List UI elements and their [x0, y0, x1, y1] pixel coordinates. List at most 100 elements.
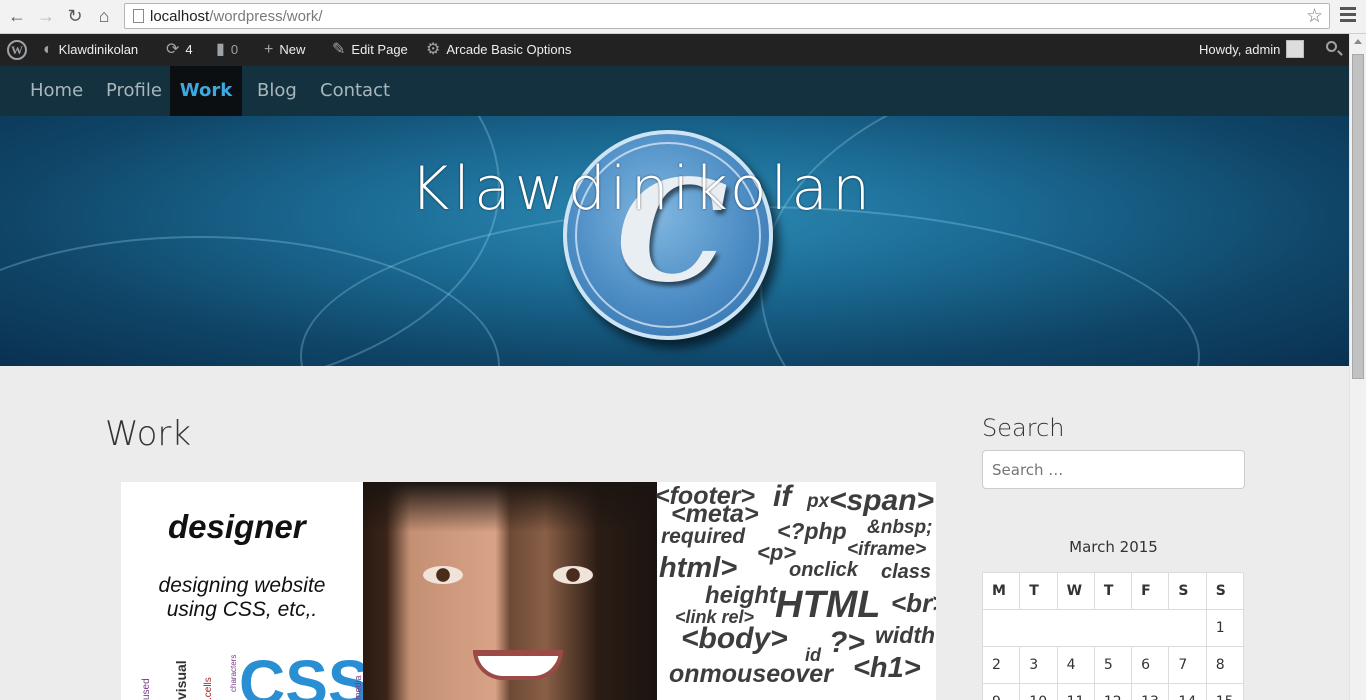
- calendar-day: 2: [981, 646, 1021, 684]
- word-cloud-term: HTML: [775, 584, 881, 626]
- weekday-header: M: [981, 572, 1021, 610]
- site-navigation: Home Profile Work Blog Contact: [0, 66, 1349, 116]
- site-title[interactable]: Klawdinikolan: [410, 154, 940, 224]
- calendar: M T W T F S S 1 2 3 4 5 6 7 8: [981, 572, 1245, 700]
- edit-page-link[interactable]: ✎ Edit Page: [332, 34, 408, 66]
- word-cloud-term: width: [875, 622, 936, 648]
- calendar-week-row: 2 3 4 5 6 7 8: [981, 646, 1245, 684]
- word-cloud-term: html>: [659, 552, 738, 584]
- forward-arrow-icon[interactable]: →: [35, 5, 57, 27]
- calendar-weekday-row: M T W T F S S: [981, 572, 1245, 610]
- calendar-day: 11: [1056, 683, 1095, 700]
- url-text: localhost/wordpress/work/: [150, 8, 323, 25]
- designer-line-2: using CSS, etc,.: [166, 598, 318, 621]
- calendar-day: 12: [1093, 683, 1133, 700]
- eye: [553, 566, 593, 584]
- nav-item-contact[interactable]: Contact: [320, 66, 390, 116]
- word-cloud-term: used: [141, 678, 152, 700]
- nav-item-blog[interactable]: Blog: [257, 66, 297, 116]
- calendar-day: 6: [1131, 646, 1170, 684]
- comments-link[interactable]: ▮ 0: [216, 34, 238, 66]
- page-scrollbar[interactable]: [1349, 34, 1366, 700]
- weekday-header: W: [1056, 572, 1095, 610]
- wordpress-logo-icon[interactable]: W: [7, 40, 27, 60]
- admin-search-icon[interactable]: [1326, 41, 1337, 52]
- comment-icon: ▮: [216, 41, 225, 58]
- calendar-week-row: 1: [982, 609, 1245, 647]
- word-cloud-term: <h1>: [853, 652, 921, 684]
- word-cloud-term: visual: [173, 660, 189, 700]
- calendar-day: 10: [1019, 683, 1058, 700]
- word-cloud-term: <meta>: [671, 500, 759, 528]
- calendar-day: 3: [1019, 646, 1058, 684]
- theme-options-link[interactable]: ⚙ Arcade Basic Options: [426, 34, 571, 66]
- weekday-header: F: [1131, 572, 1170, 610]
- menu-icon[interactable]: [1340, 7, 1356, 25]
- scroll-thumb[interactable]: [1352, 54, 1364, 379]
- css-word: CSS: [239, 647, 371, 700]
- back-arrow-icon[interactable]: ←: [6, 5, 28, 27]
- portrait-photo: [363, 482, 657, 700]
- word-cloud-term: &nbsp;: [867, 517, 933, 538]
- word-cloud-term: <br>: [891, 588, 936, 618]
- word-cloud-term: <iframe>: [847, 539, 927, 560]
- weekday-header: S: [1205, 572, 1245, 610]
- address-bar[interactable]: localhost/wordpress/work/ ☆: [124, 3, 1330, 29]
- smile: [473, 650, 563, 680]
- word-cloud-term: required: [661, 525, 746, 548]
- browser-toolbar: ← → ↻ ⌂ localhost/wordpress/work/ ☆: [0, 0, 1366, 34]
- account-menu[interactable]: Howdy, admin: [1199, 34, 1305, 66]
- home-icon[interactable]: ⌂: [93, 5, 115, 27]
- page-title: Work: [105, 414, 192, 454]
- calendar-day: 4: [1056, 646, 1095, 684]
- scroll-up-arrow-icon[interactable]: [1354, 39, 1362, 44]
- calendar-day: 1: [1205, 609, 1245, 647]
- star-icon[interactable]: ☆: [1306, 5, 1323, 28]
- word-cloud-term: onclick: [789, 559, 858, 581]
- eye: [423, 566, 463, 584]
- designer-panel: designer designing website using CSS, et…: [121, 482, 371, 700]
- main-content: Work designer designing website using CS…: [0, 366, 1349, 700]
- calendar-week-row: 9 10 11 12 13 14 15: [981, 683, 1245, 700]
- word-cloud-term: if: [773, 482, 792, 513]
- calendar-day: 14: [1168, 683, 1207, 700]
- word-cloud-term: onmouseover: [669, 660, 833, 688]
- site-header: C Klawdinikolan: [0, 116, 1349, 366]
- weekday-header: T: [1019, 572, 1058, 610]
- nav-item-work[interactable]: Work: [170, 66, 242, 116]
- weekday-header: S: [1168, 572, 1207, 610]
- new-content-link[interactable]: + New: [264, 34, 305, 66]
- code-word-cloud: <footer> if px <span> <meta> <?php &nbsp…: [655, 482, 936, 700]
- updates-link[interactable]: ⟳ 4: [166, 34, 193, 66]
- search-input[interactable]: [982, 450, 1245, 489]
- word-cloud-term: px: [807, 491, 830, 512]
- dashboard-icon: ◐: [43, 41, 53, 58]
- word-cloud-term: characters: [229, 654, 238, 692]
- nav-item-profile[interactable]: Profile: [106, 66, 162, 116]
- avatar: [1286, 39, 1305, 58]
- weekday-header: T: [1093, 572, 1133, 610]
- calendar-day: 13: [1131, 683, 1170, 700]
- updates-icon: ⟳: [166, 41, 180, 58]
- word-cloud-term: class: [881, 561, 932, 583]
- admin-site-name[interactable]: ◐ Klawdinikolan: [43, 34, 138, 66]
- featured-image: designer designing website using CSS, et…: [121, 482, 936, 700]
- reload-icon[interactable]: ↻: [64, 5, 86, 27]
- calendar-day: 5: [1093, 646, 1133, 684]
- word-cloud-term: media: [353, 675, 363, 700]
- calendar-pad: [982, 609, 1207, 647]
- page-icon: [133, 9, 144, 23]
- calendar-day: 9: [981, 683, 1021, 700]
- calendar-day: 15: [1205, 683, 1245, 700]
- calendar-day: 8: [1205, 646, 1245, 684]
- search-widget-title: Search: [982, 414, 1065, 442]
- nav-item-home[interactable]: Home: [30, 66, 83, 116]
- calendar-caption: March 2015: [1069, 538, 1158, 556]
- gear-icon: ⚙: [426, 41, 441, 58]
- word-cloud-term: <body>: [681, 622, 788, 655]
- wp-admin-bar: W ◐ Klawdinikolan ⟳ 4 ▮ 0 + New ✎ Edit Page ⚙…: [0, 34, 1349, 66]
- word-cloud-term: .cells: [203, 677, 214, 700]
- pencil-icon: ✎: [332, 41, 346, 58]
- word-cloud-term: height: [705, 582, 777, 609]
- word-cloud-term: <span>: [829, 484, 935, 517]
